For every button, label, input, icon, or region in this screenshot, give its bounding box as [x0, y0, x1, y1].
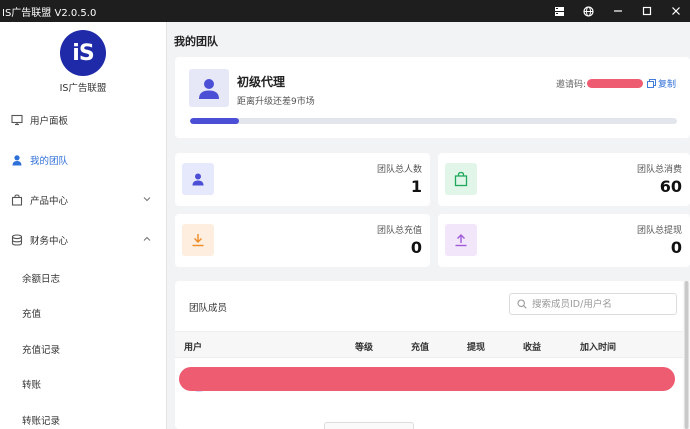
brand: iS IS广告联盟 [0, 22, 166, 100]
copy-icon [647, 79, 656, 88]
search-icon [517, 299, 527, 309]
stat-label: 团队总人数 [376, 165, 422, 175]
table-row-redacted[interactable] [179, 367, 675, 391]
sidebar-item-finance-center[interactable]: 财务中心 [0, 220, 166, 260]
copy-button[interactable]: 复制 [647, 77, 676, 90]
sidebar-subitem-transfer-records[interactable]: 转账记录 [0, 402, 166, 429]
sidebar-subitem-transfer[interactable]: 转账 [0, 367, 166, 403]
sidebar-item-product-center[interactable]: 产品中心 [0, 180, 166, 220]
sidebar-item-dashboard[interactable]: 用户面板 [0, 100, 166, 140]
stat-label: 团队总消费 [636, 165, 682, 175]
sidebar-item-my-team[interactable]: 我的团队 [0, 140, 166, 180]
stat-value: 60 [659, 177, 682, 196]
column-level[interactable]: 等级 [355, 340, 373, 353]
chevron-down-icon [142, 194, 152, 204]
brand-name: IS广告联盟 [59, 83, 107, 94]
page-title: 我的团队 [174, 35, 218, 48]
team-user-icon [182, 163, 214, 195]
chevron-up-icon [142, 234, 152, 244]
monitor-icon [11, 114, 23, 126]
maximize-icon[interactable] [632, 0, 661, 22]
sidebar-item-label: 财务中心 [30, 236, 69, 247]
sidebar-item-label: 我的团队 [30, 156, 69, 167]
stat-team-withdraw: 团队总提现 0 [438, 214, 690, 267]
database-icon [11, 234, 23, 246]
level-card: 初级代理 距离升级还差9市场 邀请码: 复制 [175, 57, 690, 138]
upload-icon [445, 224, 477, 256]
sidebar-subitem-recharge[interactable]: 充值 [0, 296, 166, 332]
copy-label: 复制 [658, 80, 677, 90]
avatar [189, 69, 229, 107]
stat-team-recharge: 团队总充值 0 [175, 214, 430, 267]
column-user[interactable]: 用户 [184, 340, 202, 353]
stat-label: 团队总充值 [376, 226, 422, 236]
column-earnings[interactable]: 收益 [523, 340, 541, 353]
team-members-panel: 团队成员 用户 等级 充值 提现 收益 加入时间 [175, 281, 690, 429]
level-progress-fill [190, 118, 239, 124]
shopping-bag-icon [445, 163, 477, 195]
sidebar-item-label: 用户面板 [30, 116, 69, 127]
stat-value: 0 [670, 238, 682, 257]
column-join-time[interactable]: 加入时间 [580, 340, 616, 353]
server-icon[interactable] [545, 0, 574, 22]
stat-value: 0 [410, 238, 422, 257]
stat-value: 1 [410, 177, 422, 196]
sidebar-item-label: 产品中心 [30, 196, 69, 207]
sidebar-subitem-recharge-records[interactable]: 充值记录 [0, 331, 166, 367]
level-subtitle: 距离升级还差9市场 [237, 97, 315, 107]
level-progress [190, 118, 677, 124]
bag-icon [11, 194, 23, 206]
invite-label: 邀请码: [556, 80, 587, 90]
members-title: 团队成员 [189, 303, 228, 314]
invite-code: 邀请码: 复制 [556, 77, 676, 90]
download-icon [182, 224, 214, 256]
sidebar: iS IS广告联盟 用户面板 我的团队 产品中心 财务中心 余额日志 充值 充值 [0, 22, 167, 429]
globe-icon[interactable] [574, 0, 603, 22]
vertical-scrollbar[interactable] [683, 281, 690, 429]
main-content: 我的团队 初级代理 距离升级还差9市场 邀请码: 复制 团队总人数 1 团队总消… [167, 22, 690, 429]
members-table-header: 用户 等级 充值 提现 收益 加入时间 [175, 331, 690, 358]
brand-logo: iS [60, 30, 106, 76]
stat-team-members: 团队总人数 1 [175, 153, 430, 206]
member-search[interactable] [509, 293, 677, 315]
window-title: IS广告联盟 V2.0.5.0 [2, 7, 97, 19]
user-icon [11, 154, 23, 166]
stat-team-consumption: 团队总消费 60 [438, 153, 690, 206]
column-recharge[interactable]: 充值 [411, 340, 429, 353]
stat-label: 团队总提现 [636, 226, 682, 236]
sidebar-subitem-balance-log[interactable]: 余额日志 [0, 260, 166, 296]
column-withdraw[interactable]: 提现 [467, 340, 485, 353]
level-name: 初级代理 [237, 75, 286, 89]
pagination[interactable] [324, 422, 414, 429]
invite-code-redacted [587, 79, 644, 88]
search-input[interactable] [532, 298, 672, 310]
user-avatar-icon [199, 79, 219, 99]
close-icon[interactable] [661, 0, 690, 22]
minimize-icon[interactable] [603, 0, 632, 22]
title-bar: IS广告联盟 V2.0.5.0 [0, 0, 690, 22]
